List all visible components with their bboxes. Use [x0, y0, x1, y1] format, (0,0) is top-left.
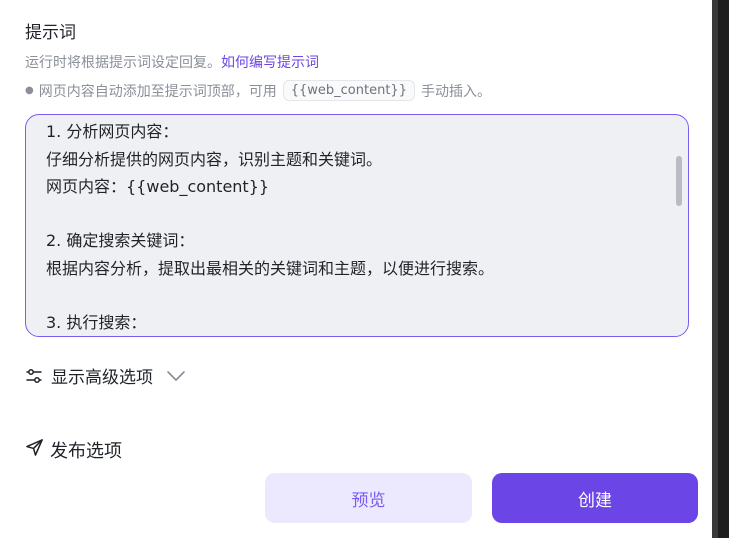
- preview-button[interactable]: 预览: [265, 473, 472, 523]
- prompt-settings-panel: 提示词 运行时将根据提示词设定回复。如何编写提示词 ● 网页内容自动添加至提示词…: [0, 0, 712, 538]
- chevron-down-icon: [166, 370, 186, 382]
- background-strip: [718, 0, 729, 538]
- background-window-edge: [712, 0, 729, 538]
- editor-line: 1. 分析网页内容：: [46, 122, 179, 141]
- help-link[interactable]: 如何编写提示词: [221, 55, 319, 71]
- hint-suffix: 手动插入。: [420, 83, 491, 100]
- editor-line: 网页内容：{{web_content}}: [46, 177, 270, 196]
- editor-line: 2. 确定搜索关键词：: [46, 231, 195, 250]
- web-content-hint: ● 网页内容自动添加至提示词顶部，可用 {{web_content}} 手动插入…: [25, 80, 491, 101]
- prompt-description: 运行时将根据提示词设定回复。如何编写提示词: [25, 52, 319, 72]
- prompt-description-text: 运行时将根据提示词设定回复。: [25, 55, 221, 71]
- publish-options-label: 发布选项: [50, 441, 122, 462]
- editor-line: 根据内容分析，提取出最相关的关键词和主题，以便进行搜索。: [46, 259, 495, 278]
- prompt-editor[interactable]: 1. 分析网页内容： 仔细分析提供的网页内容，识别主题和关键词。 网页内容：{{…: [25, 114, 689, 337]
- bullet-dot: ●: [25, 85, 34, 96]
- publish-options-header: 发布选项: [25, 437, 122, 463]
- hint-prefix: 网页内容自动添加至提示词顶部，可用: [38, 83, 277, 100]
- web-content-variable-chip[interactable]: {{web_content}}: [282, 80, 415, 101]
- create-button[interactable]: 创建: [492, 473, 698, 523]
- editor-line: 3. 执行搜索：: [46, 313, 147, 332]
- sliders-icon: [25, 367, 43, 385]
- advanced-options-label: 显示高级选项: [51, 368, 153, 388]
- editor-line: 仔细分析提供的网页内容，识别主题和关键词。: [46, 150, 383, 169]
- show-advanced-options-toggle[interactable]: 显示高级选项: [25, 363, 186, 388]
- send-icon: [25, 438, 44, 462]
- editor-scrollbar[interactable]: [676, 156, 682, 206]
- prompt-section-title: 提示词: [25, 23, 76, 43]
